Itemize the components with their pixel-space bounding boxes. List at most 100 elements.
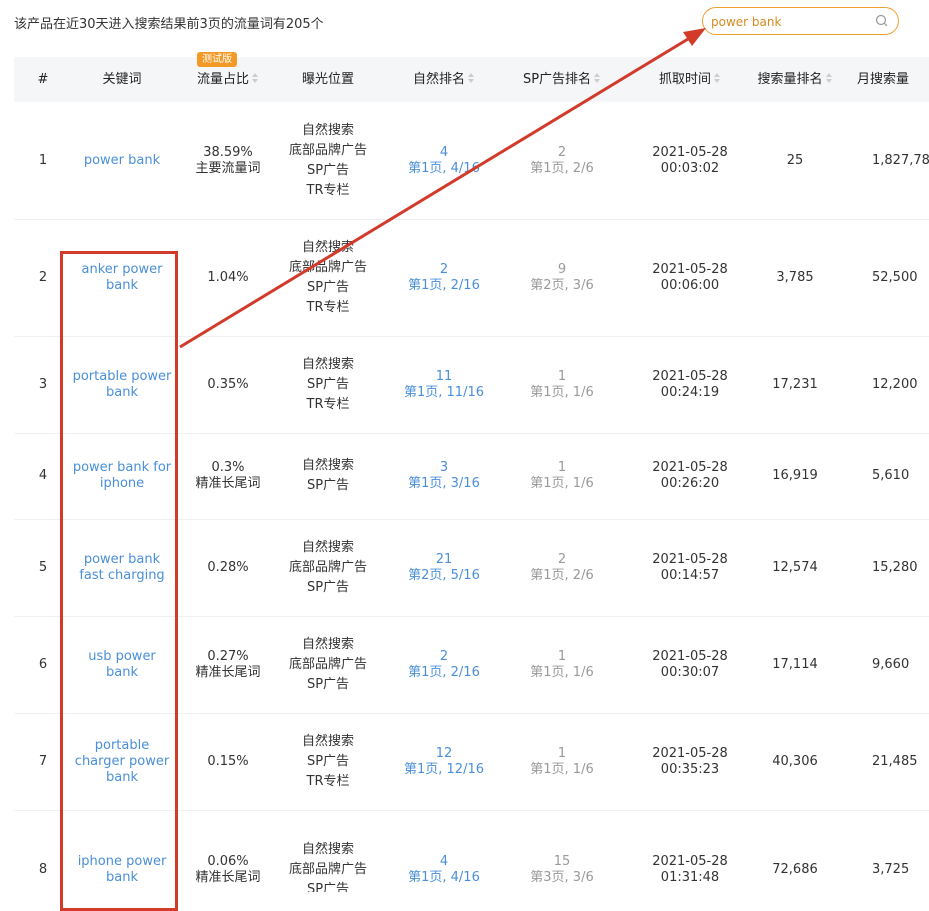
crawl-date: 2021-05-28: [652, 854, 728, 869]
sp-rank-value: 15: [553, 854, 571, 869]
traffic-share-cell: 0.35%: [178, 336, 278, 433]
keyword-link[interactable]: power bank fast charging: [72, 552, 172, 584]
keyword-search-box[interactable]: [702, 7, 899, 35]
organic-rank-position: 第1页, 2/16: [408, 664, 480, 680]
sp-rank-value: 2: [557, 551, 567, 567]
col-keyword-header: 关键词: [102, 72, 142, 87]
col-organic-rank-header[interactable]: 自然排名: [394, 57, 494, 102]
search-rank-value: 25: [786, 152, 804, 168]
search-rank-value: 3,785: [776, 269, 814, 285]
exposure-position: SP广告: [306, 579, 350, 595]
keyword-link[interactable]: anker power bank: [72, 262, 172, 294]
col-monthly-search-header[interactable]: 月搜索量: [857, 57, 929, 102]
exposure-position: 自然搜索: [301, 122, 354, 138]
table-row: 4 power bank for iphone 0.3% 精准长尾词 自然搜索 SP广告 3…: [14, 433, 929, 520]
keyword-link[interactable]: power bank for iphone: [72, 460, 172, 492]
sp-rank-position: 第2页, 3/6: [530, 277, 594, 293]
search-rank-value: 17,231: [772, 376, 818, 392]
exposure-cell: 自然搜索 底部品牌广告 SP广告 TR专栏: [278, 102, 378, 219]
keyword-link[interactable]: usb power bank: [72, 649, 172, 681]
sp-rank-cell: 1 第1页, 1/6: [502, 713, 622, 810]
row-index: 7: [38, 753, 48, 769]
exposure-position: SP广告: [306, 753, 350, 769]
sort-icon[interactable]: [251, 72, 259, 84]
traffic-share-cell: 0.28%: [178, 519, 278, 616]
sort-icon[interactable]: [593, 72, 601, 84]
search-rank-value: 40,306: [772, 753, 818, 769]
traffic-share-value: 0.15%: [207, 753, 249, 769]
crawl-time-cell: 2021-05-28 00:06:00: [630, 219, 750, 336]
keyword-link[interactable]: portable power bank: [72, 369, 172, 401]
traffic-share-cell: 1.04%: [178, 219, 278, 336]
traffic-share-tag: 精准长尾词: [195, 870, 261, 885]
exposure-position: SP广告: [306, 162, 350, 178]
exposure-position: TR专栏: [306, 396, 350, 412]
search-icon[interactable]: [874, 13, 890, 29]
monthly-search-value: 5,610: [872, 468, 910, 483]
table-row: 7 portable charger power bank 0.15% 自然搜索 SP广…: [14, 713, 929, 811]
exposure-position: 底部品牌广告: [288, 259, 367, 275]
crawl-date: 2021-05-28: [652, 261, 728, 277]
search-rank-cell: 17,231: [745, 336, 845, 433]
organic-rank-value: 2: [439, 648, 449, 664]
exposure-position: 自然搜索: [301, 733, 354, 749]
traffic-share-value: 1.04%: [207, 269, 249, 285]
exposure-position: TR专栏: [306, 299, 350, 315]
keyword-search-input[interactable]: [711, 13, 871, 31]
monthly-search-cell: 9,660: [857, 616, 929, 713]
crawl-time: 00:35:23: [660, 761, 720, 777]
sp-rank-cell: 1 第1页, 1/6: [502, 616, 622, 713]
col-crawl-time-header[interactable]: 抓取时间: [630, 57, 750, 102]
crawl-time-cell: 2021-05-28 00:03:02: [630, 102, 750, 219]
crawl-time: 00:24:19: [660, 384, 720, 400]
exposure-position: 底部品牌广告: [288, 559, 367, 575]
col-exposure-header: 曝光位置: [301, 72, 354, 87]
monthly-search-value: 1,827,785: [872, 152, 929, 168]
row-index-cell: 7: [14, 713, 72, 810]
exposure-cell: 自然搜索 底部品牌广告 SP广告: [278, 810, 378, 892]
monthly-search-value: 15,280: [872, 559, 918, 575]
keyword-cell: iphone power bank: [72, 810, 172, 892]
col-index-header: #: [37, 72, 49, 87]
exposure-position: TR专栏: [306, 773, 350, 789]
sp-rank-position: 第1页, 1/6: [530, 761, 594, 777]
col-sp-rank-header[interactable]: SP广告排名: [502, 57, 622, 102]
sort-icon[interactable]: [713, 72, 721, 84]
organic-rank-cell: 4 第1页, 4/16: [394, 102, 494, 219]
row-index-cell: 2: [14, 219, 72, 336]
exposure-position: 自然搜索: [301, 458, 354, 473]
monthly-search-cell: 12,200: [857, 336, 929, 433]
row-index-cell: 3: [14, 336, 72, 433]
row-index-cell: 1: [14, 102, 72, 219]
crawl-time-cell: 2021-05-28 00:30:07: [630, 616, 750, 713]
keyword-link[interactable]: iphone power bank: [72, 854, 172, 886]
sort-icon[interactable]: [825, 72, 833, 84]
search-rank-cell: 72,686: [745, 810, 845, 892]
keyword-link[interactable]: portable charger power bank: [72, 738, 172, 786]
sp-rank-cell: 2 第1页, 2/6: [502, 519, 622, 616]
exposure-position: SP广告: [306, 376, 350, 392]
keyword-link[interactable]: power bank: [84, 153, 160, 169]
sort-icon[interactable]: [467, 72, 475, 84]
keyword-cell: portable charger power bank: [72, 713, 172, 810]
crawl-time-cell: 2021-05-28 00:26:20: [630, 433, 750, 519]
traffic-share-value: 0.35%: [207, 376, 249, 392]
traffic-share-value: 0.06%: [207, 854, 249, 869]
monthly-search-cell: 3,725: [857, 810, 929, 892]
monthly-search-cell: 15,280: [857, 519, 929, 616]
crawl-time-cell: 2021-05-28 00:35:23: [630, 713, 750, 810]
exposure-cell: 自然搜索 底部品牌广告 SP广告: [278, 616, 378, 713]
organic-rank-cell: 4 第1页, 4/16: [394, 810, 494, 892]
search-rank-value: 17,114: [772, 656, 818, 672]
crawl-time: 00:03:02: [660, 160, 720, 176]
crawl-time-cell: 2021-05-28 01:31:48: [630, 810, 750, 892]
table-row: 5 power bank fast charging 0.28% 自然搜索 底部品牌广告…: [14, 519, 929, 617]
sp-rank-position: 第1页, 2/6: [530, 160, 594, 176]
search-rank-cell: 40,306: [745, 713, 845, 810]
sp-rank-position: 第1页, 1/6: [530, 664, 594, 680]
col-search-rank-header[interactable]: 搜索量排名: [745, 57, 845, 102]
monthly-search-cell: 52,500: [857, 219, 929, 336]
organic-rank-position: 第1页, 2/16: [408, 277, 480, 293]
exposure-position: 底部品牌广告: [288, 142, 367, 158]
sp-rank-position: 第3页, 3/6: [530, 870, 594, 885]
